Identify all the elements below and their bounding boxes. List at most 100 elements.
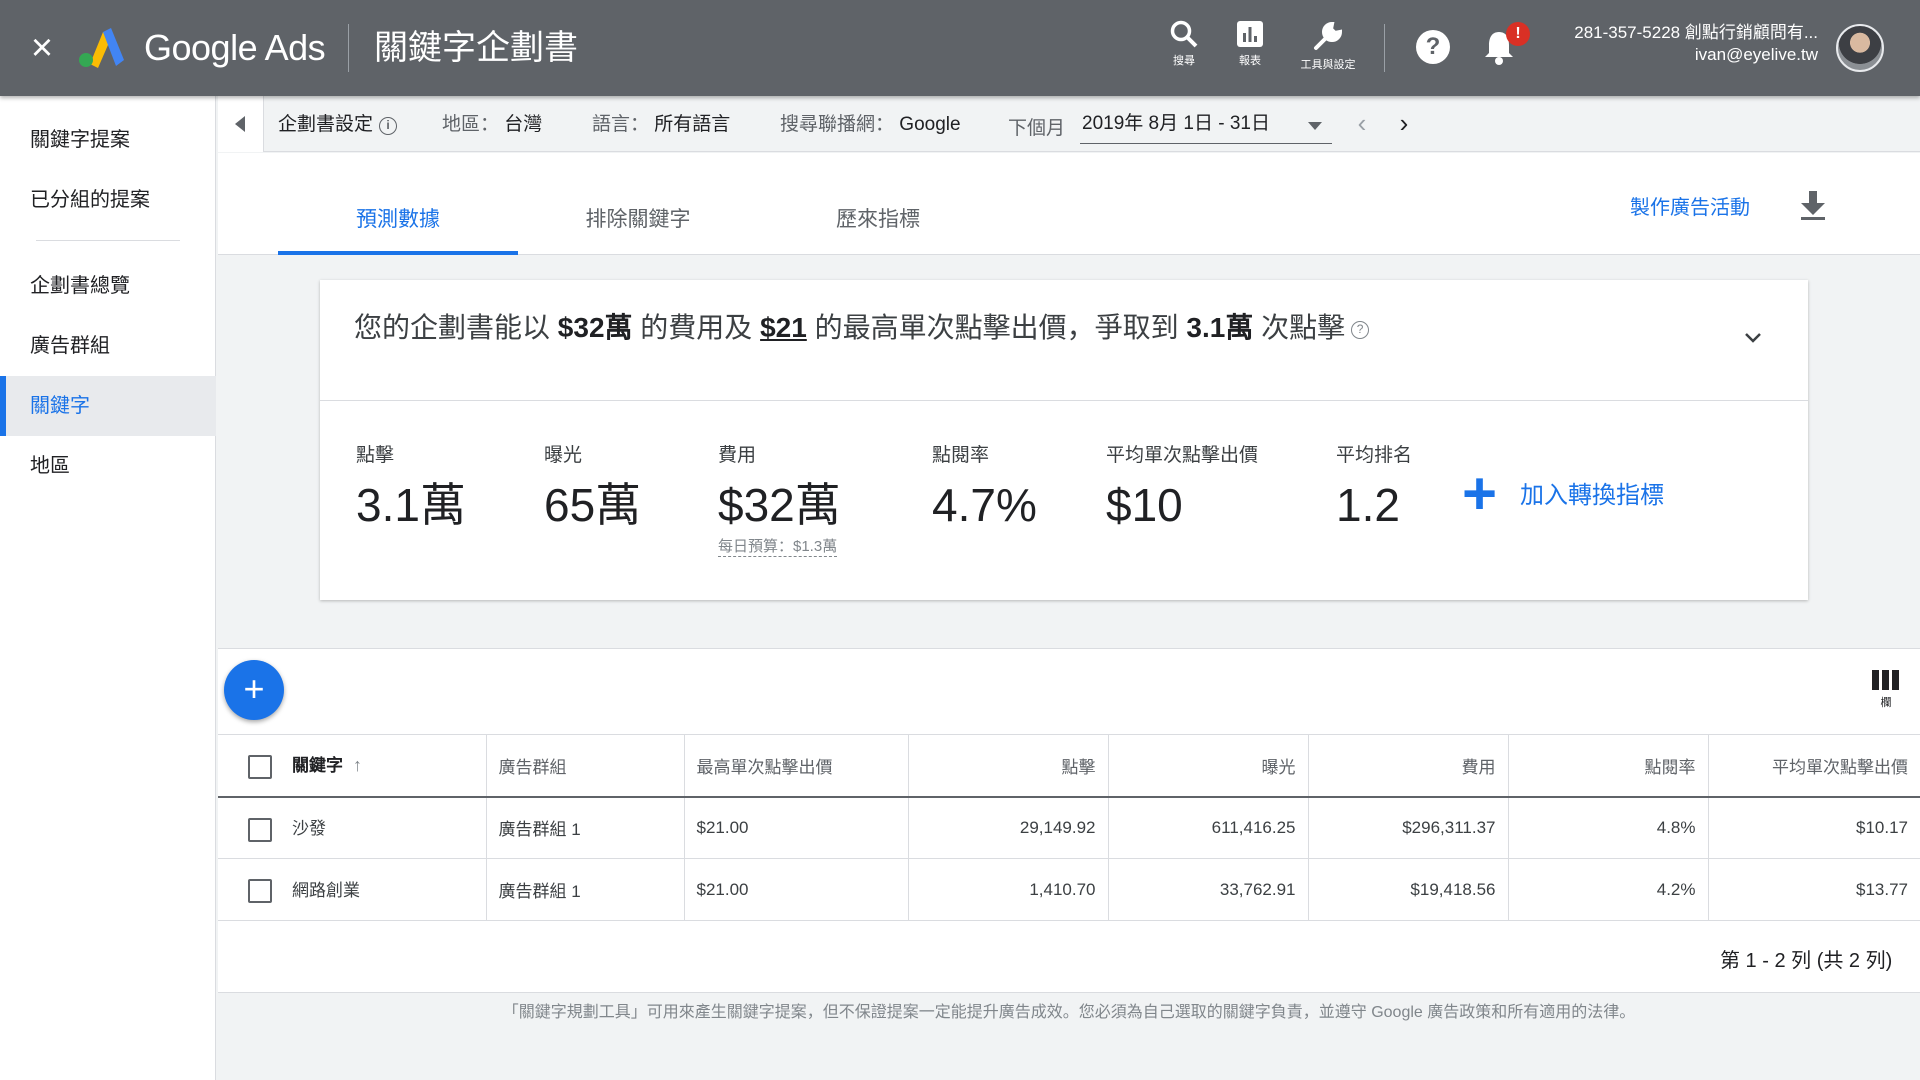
download-icon[interactable] <box>1798 189 1828 221</box>
brand-name: Google Ads <box>144 27 326 68</box>
account-email: ivan@eyelive.tw <box>1694 45 1818 64</box>
columns-button[interactable]: 欄 <box>1866 666 1906 720</box>
metric-label: 點閱率 <box>932 445 990 466</box>
metric-avg-position: 平均排名 1.2 <box>1336 440 1412 533</box>
chevron-right-icon[interactable]: › <box>1390 110 1418 138</box>
cell-impressions: 611,416.25 <box>1108 796 1309 859</box>
select-all-checkbox[interactable] <box>248 755 272 779</box>
sidebar-item-locations[interactable]: 地區 <box>0 436 216 496</box>
header-ctr[interactable]: 點閱率 <box>1508 734 1709 798</box>
period-key: 下個月 <box>1008 118 1066 139</box>
table-header-row: 關鍵字 ↑ 廣告群組 最高單次點擊出價 點擊 曝光 費用 點閱率 平均單次點擊出價 <box>218 734 1920 798</box>
table-row[interactable]: 網路創業 廣告群組 1 $21.00 1,410.70 33,762.91 $1… <box>218 858 1920 921</box>
cell-ad-group[interactable]: 廣告群組 1 <box>486 858 685 921</box>
cell-clicks: 29,149.92 <box>908 796 1109 859</box>
columns-icon <box>1872 670 1900 690</box>
sidebar: 關鍵字提案 已分組的提案 企劃書總覽 廣告群組 關鍵字 地區 <box>0 96 216 1080</box>
avatar[interactable] <box>1836 24 1884 72</box>
collapse-sidebar-button[interactable] <box>218 96 264 152</box>
search-label: 搜尋 <box>1173 55 1195 67</box>
metric-clicks: 點擊 3.1萬 <box>356 440 466 533</box>
cell-ctr: 4.8% <box>1508 796 1709 859</box>
keywords-table: 關鍵字 ↑ 廣告群組 最高單次點擊出價 點擊 曝光 費用 點閱率 平均單次點擊出價… <box>218 734 1920 921</box>
location-key: 地區： <box>442 114 500 135</box>
header-ad-group[interactable]: 廣告群組 <box>486 734 685 798</box>
google-ads-logo <box>79 28 124 68</box>
language-key: 語言： <box>592 114 650 135</box>
cell-max-cpc[interactable]: $21.00 <box>684 858 909 921</box>
tab-forecasts[interactable]: 預測數據 <box>278 153 518 255</box>
metric-label: 平均排名 <box>1336 445 1413 466</box>
metric-value: 65萬 <box>544 479 642 531</box>
keyword-text[interactable]: 網路創業 <box>292 881 360 900</box>
pagination-summary: 第 1 - 2 列 (共 2 列) <box>1720 950 1893 972</box>
tab-negative-keywords[interactable]: 排除關鍵字 <box>518 153 758 255</box>
summary-max-cpc[interactable]: $21 <box>760 312 807 343</box>
date-range-select[interactable]: 2019年 8月 1日 - 31日 <box>1080 110 1332 144</box>
sidebar-divider <box>36 240 180 241</box>
language-setting[interactable]: 語言： 所有語言 <box>592 112 730 138</box>
tab-historical-metrics[interactable]: 歷來指標 <box>758 153 998 255</box>
chevron-left-icon[interactable]: ‹ <box>1348 110 1376 138</box>
disclaimer-text: 「關鍵字規劃工具」可用來產生關鍵字提案，但不保證提案一定能提升廣告成效。您必須為… <box>502 1004 1636 1021</box>
forecast-summary: 您的企劃書能以 $32萬 的費用及 $21 的最高單次點擊出價，爭取到 3.1萬… <box>354 310 1370 346</box>
network-setting[interactable]: 搜尋聯播網： Google <box>780 112 961 138</box>
sort-ascending-icon[interactable]: ↑ <box>353 755 362 776</box>
metric-impressions: 曝光 65萬 <box>544 440 641 533</box>
metric-label: 平均單次點擊出價 <box>1106 445 1259 466</box>
language-value: 所有語言 <box>654 114 731 135</box>
sidebar-item-plan-overview[interactable]: 企劃書總覽 <box>0 256 216 316</box>
period-label: 下個月 <box>1008 116 1065 142</box>
header-keyword-label: 關鍵字 <box>292 756 343 776</box>
daily-budget[interactable]: 每日預算：$1.3萬 <box>718 535 838 557</box>
header-cost[interactable]: 費用 <box>1308 734 1509 798</box>
add-keyword-button[interactable]: + <box>224 660 284 720</box>
account-info[interactable]: 281-357-5228 創點行銷顧問有... ivan@eyelive.tw <box>1498 22 1818 66</box>
cell-ad-group[interactable]: 廣告群組 1 <box>486 796 685 859</box>
close-icon[interactable]: × <box>26 28 58 68</box>
forecast-summary-card: 您的企劃書能以 $32萬 的費用及 $21 的最高單次點擊出價，爭取到 3.1萬… <box>320 280 1808 600</box>
header-impressions[interactable]: 曝光 <box>1108 734 1309 798</box>
location-value: 台灣 <box>504 114 543 135</box>
summary-mid2: 的最高單次點擊出價，爭取到 <box>814 312 1179 343</box>
cell-cost: $296,311.37 <box>1308 796 1509 859</box>
help-icon[interactable]: ? <box>1416 30 1450 64</box>
plan-settings[interactable]: 企劃書設定 i <box>278 112 398 138</box>
keyword-text[interactable]: 沙發 <box>292 819 326 838</box>
summary-mid1: 的費用及 <box>640 312 753 343</box>
chevron-down-icon[interactable] <box>1744 328 1762 346</box>
cell-max-cpc[interactable]: $21.00 <box>684 796 909 859</box>
cell-avg-cpc: $10.17 <box>1708 796 1920 859</box>
sidebar-item-ad-groups[interactable]: 廣告群組 <box>0 316 216 376</box>
table-row[interactable]: 沙發 廣告群組 1 $21.00 29,149.92 611,416.25 $2… <box>218 796 1920 859</box>
sidebar-item-keywords[interactable]: 關鍵字 <box>0 376 216 436</box>
summary-prefix: 您的企劃書能以 <box>354 312 551 343</box>
location-setting[interactable]: 地區： 台灣 <box>442 112 542 138</box>
row-checkbox[interactable] <box>248 817 272 842</box>
cell-avg-cpc: $13.77 <box>1708 858 1920 921</box>
search-icon <box>1170 20 1198 48</box>
metric-avg-cpc: 平均單次點擊出價 $10 <box>1106 440 1258 533</box>
info-icon[interactable]: i <box>379 117 398 135</box>
reports-button[interactable]: 報表 <box>1220 18 1280 82</box>
header-clicks[interactable]: 點擊 <box>908 734 1109 798</box>
sidebar-item-grouped-ideas[interactable]: 已分組的提案 <box>0 170 216 230</box>
metric-value: $10 <box>1106 479 1183 531</box>
metric-value: 4.7% <box>932 479 1037 531</box>
app-title: 關鍵字企劃書 <box>374 29 578 67</box>
help-circle-icon[interactable]: ? <box>1351 321 1370 339</box>
cell-cost: $19,418.56 <box>1308 858 1509 921</box>
tools-button[interactable]: 工具與設定 <box>1298 18 1358 82</box>
metric-label: 費用 <box>718 445 757 466</box>
summary-clicks: 3.1萬 <box>1186 312 1254 343</box>
add-conversion-metrics-button[interactable]: + 加入轉換指標 <box>1462 464 1664 524</box>
sidebar-item-keyword-ideas[interactable]: 關鍵字提案 <box>0 110 216 170</box>
metric-value: 3.1萬 <box>356 479 466 531</box>
tools-label: 工具與設定 <box>1300 59 1356 71</box>
row-checkbox[interactable] <box>248 879 272 904</box>
search-button[interactable]: 搜尋 <box>1154 18 1214 82</box>
header-avg-cpc[interactable]: 平均單次點擊出價 <box>1708 734 1920 798</box>
create-campaign-link[interactable]: 製作廣告活動 <box>1630 191 1750 220</box>
header-keyword[interactable]: 關鍵字 ↑ <box>218 734 487 798</box>
header-max-cpc[interactable]: 最高單次點擊出價 <box>684 734 909 798</box>
